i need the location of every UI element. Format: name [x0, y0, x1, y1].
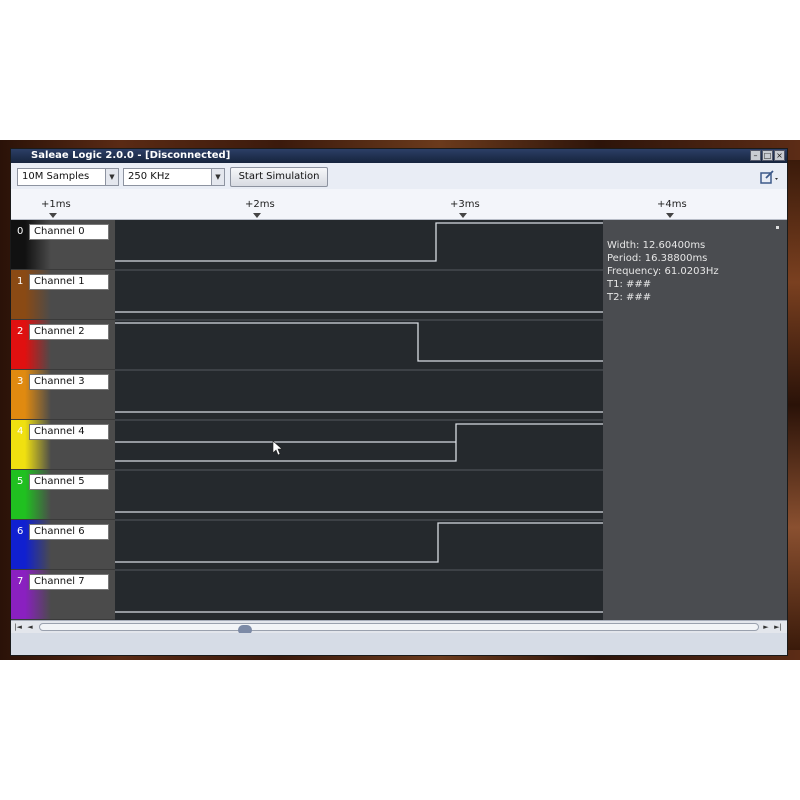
channel-number: 7: [17, 576, 24, 587]
channel-name-field[interactable]: Channel 0: [29, 224, 109, 240]
window-title: Saleae Logic 2.0.0 - [Disconnected]: [31, 150, 231, 161]
title-bar[interactable]: Saleae Logic 2.0.0 - [Disconnected] – □ …: [11, 149, 787, 163]
channel-2-trace: [115, 322, 603, 362]
horizontal-scrollbar[interactable]: |◄ ◄ ► ►|: [11, 620, 787, 635]
status-bar: [11, 633, 787, 655]
waveform-area[interactable]: [115, 220, 603, 620]
channel-number: 3: [17, 376, 24, 387]
waveform-traces: [115, 222, 603, 613]
scroll-right-button[interactable]: ►: [761, 622, 771, 632]
time-ruler[interactable]: +1ms +2ms +3ms +4ms: [11, 189, 787, 220]
tick-label: +4ms: [657, 199, 687, 210]
row-separators: [115, 269, 603, 571]
channel-number: 2: [17, 326, 24, 337]
start-simulation-button[interactable]: Start Simulation: [230, 167, 328, 187]
tick-marker: [253, 213, 261, 218]
frequency-readout: Frequency: 61.0203Hz: [607, 266, 719, 277]
channel-name-field[interactable]: Channel 7: [29, 574, 109, 590]
panel-marker: [776, 226, 779, 229]
channel-list: 0 Channel 0 1 Channel 1 2 Channel 2 3 Ch…: [11, 220, 115, 620]
channel-name-field[interactable]: Channel 1: [29, 274, 109, 290]
channel-number: 6: [17, 526, 24, 537]
app-window: Saleae Logic 2.0.0 - [Disconnected] – □ …: [10, 148, 788, 656]
tick-label: +3ms: [450, 199, 480, 210]
scroll-track[interactable]: [39, 623, 759, 635]
samples-value: 10M Samples: [22, 171, 90, 182]
scroll-left-button[interactable]: ◄: [25, 622, 35, 632]
channel-name-field[interactable]: Channel 4: [29, 424, 109, 440]
channel-row-2[interactable]: 2 Channel 2: [11, 320, 115, 370]
chevron-down-icon[interactable]: ▼: [105, 169, 118, 185]
desktop-background-edge: [786, 160, 800, 650]
channel-number: 1: [17, 276, 24, 287]
channel-row-5[interactable]: 5 Channel 5: [11, 470, 115, 520]
channel-6-trace: [115, 522, 603, 563]
options-icon[interactable]: [759, 168, 781, 186]
channel-row-7[interactable]: 7 Channel 7: [11, 570, 115, 620]
period-readout: Period: 16.38800ms: [607, 253, 708, 264]
measurement-panel: Width: 12.60400ms Period: 16.38800ms Fre…: [603, 220, 787, 620]
tick-label: +1ms: [41, 199, 71, 210]
samples-select[interactable]: 10M Samples ▼: [17, 168, 119, 186]
tick-label: +2ms: [245, 199, 275, 210]
toolbar: 10M Samples ▼ 250 KHz ▼ Start Simulation: [11, 163, 787, 189]
channel-row-0[interactable]: 0 Channel 0: [11, 220, 115, 270]
maximize-button[interactable]: □: [762, 150, 773, 161]
tick-marker: [459, 213, 467, 218]
t1-readout: T1: ###: [607, 279, 652, 290]
chevron-down-icon[interactable]: ▼: [211, 169, 224, 185]
channel-number: 0: [17, 226, 24, 237]
scroll-first-button[interactable]: |◄: [13, 622, 23, 632]
sample-rate-value: 250 KHz: [128, 171, 170, 182]
channel-name-field[interactable]: Channel 3: [29, 374, 109, 390]
width-readout: Width: 12.60400ms: [607, 240, 706, 251]
scroll-last-button[interactable]: ►|: [773, 622, 783, 632]
channel-name-field[interactable]: Channel 6: [29, 524, 109, 540]
mouse-cursor-icon: [272, 440, 283, 456]
minimize-button[interactable]: –: [750, 150, 761, 161]
channel-0-trace: [115, 222, 603, 262]
tick-marker: [666, 213, 674, 218]
channel-row-4[interactable]: 4 Channel 4: [11, 420, 115, 470]
sample-rate-select[interactable]: 250 KHz ▼: [123, 168, 225, 186]
window-controls: – □ ×: [750, 150, 785, 161]
close-button[interactable]: ×: [774, 150, 785, 161]
channel-row-3[interactable]: 3 Channel 3: [11, 370, 115, 420]
options-glyph: [760, 170, 778, 184]
channel-name-field[interactable]: Channel 5: [29, 474, 109, 490]
t2-readout: T2: ###: [607, 292, 652, 303]
channel-name-field[interactable]: Channel 2: [29, 324, 109, 340]
tick-marker: [49, 213, 57, 218]
channel-number: 5: [17, 476, 24, 487]
channel-row-1[interactable]: 1 Channel 1: [11, 270, 115, 320]
channel-number: 4: [17, 426, 24, 437]
channel-row-6[interactable]: 6 Channel 6: [11, 520, 115, 570]
